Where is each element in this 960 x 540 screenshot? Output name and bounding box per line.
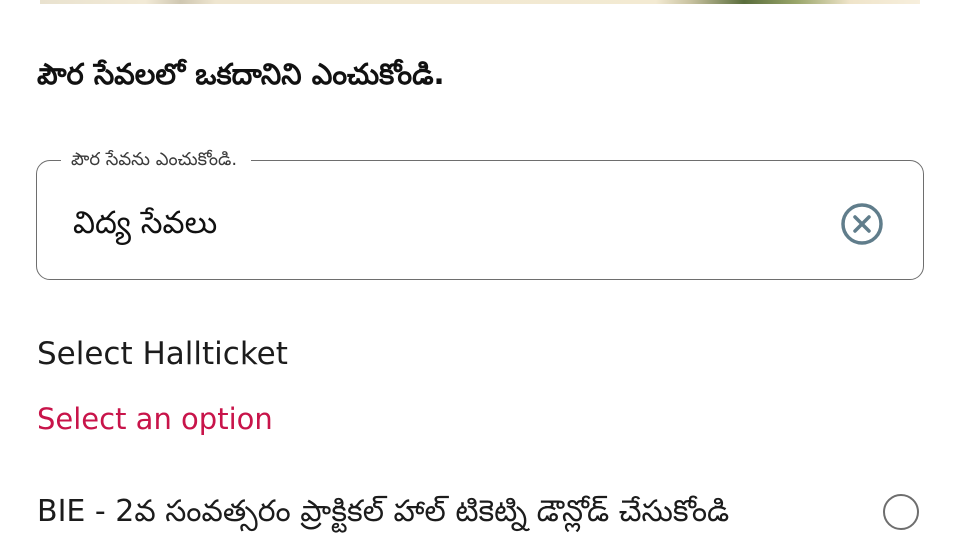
- hallticket-option-radio[interactable]: [883, 494, 919, 530]
- close-circle-icon: [841, 203, 883, 245]
- service-field-label: పౌర సేవను ఎంచుకోండి.: [61, 147, 252, 173]
- section-heading: పౌర సేవలలో ఒకదానిని ఎంచుకోండి.: [37, 57, 445, 91]
- hallticket-label: Select Hallticket: [37, 336, 288, 372]
- service-field-value[interactable]: విద్య సేవలు: [73, 201, 217, 245]
- validation-message: Select an option: [37, 402, 273, 436]
- hallticket-option-row[interactable]: BIE - 2వ సంవత్సరం ప్రాక్టికల్ హాల్ టికెట…: [37, 490, 927, 538]
- hallticket-option-label[interactable]: BIE - 2వ సంవత్సరం ప్రాక్టికల్ హాల్ టికెట…: [37, 492, 729, 532]
- top-banner-image: [40, 0, 920, 4]
- service-select-field[interactable]: పౌర సేవను ఎంచుకోండి. విద్య సేవలు: [36, 147, 924, 280]
- clear-selection-button[interactable]: [839, 201, 885, 247]
